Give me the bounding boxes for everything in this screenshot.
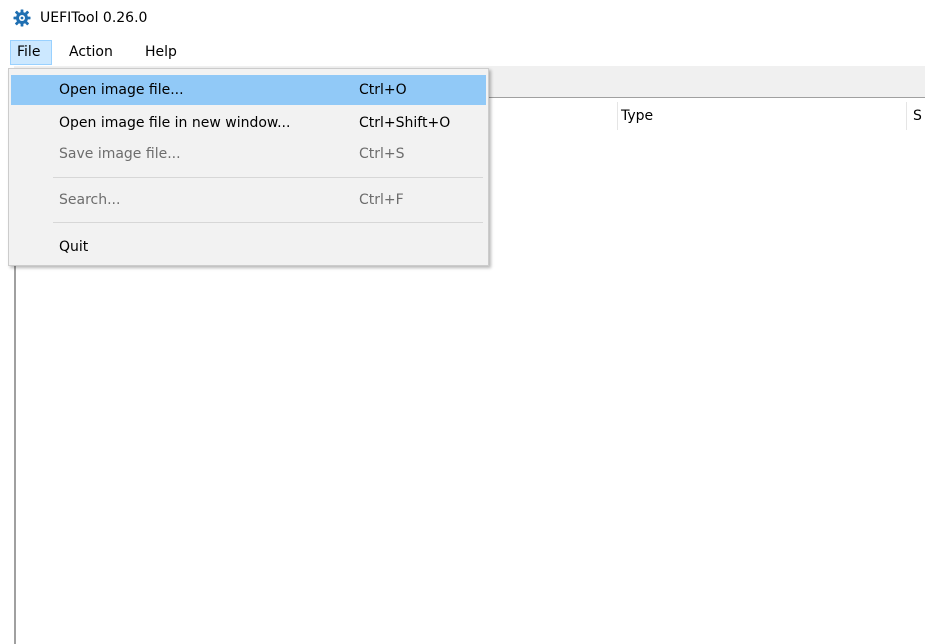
menu-open-image-file[interactable]: Open image file... Ctrl+O — [11, 75, 486, 105]
menu-bar: File Action Help — [0, 40, 925, 65]
file-menu-dropdown: Open image file... Ctrl+O Open image fil… — [8, 68, 489, 266]
menu-item-label: Quit — [59, 239, 89, 255]
menu-item-label: Open image file... — [59, 82, 184, 98]
column-header-subtype[interactable]: S — [913, 104, 922, 128]
menu-item-label: Save image file... — [59, 146, 181, 162]
gear-icon — [13, 9, 31, 27]
title-bar: UEFITool 0.26.0 — [0, 0, 925, 36]
column-divider[interactable] — [906, 102, 907, 130]
menu-item-label: Search... — [59, 192, 121, 208]
menu-search[interactable]: Search... Ctrl+F — [11, 185, 486, 215]
window-title: UEFITool 0.26.0 — [40, 10, 148, 26]
menu-save-image-file[interactable]: Save image file... Ctrl+S — [11, 139, 486, 169]
column-divider[interactable] — [617, 102, 618, 130]
column-header-type[interactable]: Type — [621, 104, 653, 128]
menu-item-shortcut: Ctrl+F — [359, 192, 404, 208]
menu-item-shortcut: Ctrl+Shift+O — [359, 115, 451, 131]
menu-item-label: Open image file in new window... — [59, 115, 291, 131]
menu-item-shortcut: Ctrl+O — [359, 82, 407, 98]
menu-separator — [53, 222, 483, 223]
menu-help[interactable]: Help — [145, 40, 177, 65]
menu-item-shortcut: Ctrl+S — [359, 146, 405, 162]
menu-action[interactable]: Action — [69, 40, 113, 65]
menu-quit[interactable]: Quit — [11, 232, 486, 262]
menu-file[interactable]: File — [10, 40, 52, 65]
menu-open-image-file-new-window[interactable]: Open image file in new window... Ctrl+Sh… — [11, 108, 486, 138]
menu-separator — [53, 177, 483, 178]
